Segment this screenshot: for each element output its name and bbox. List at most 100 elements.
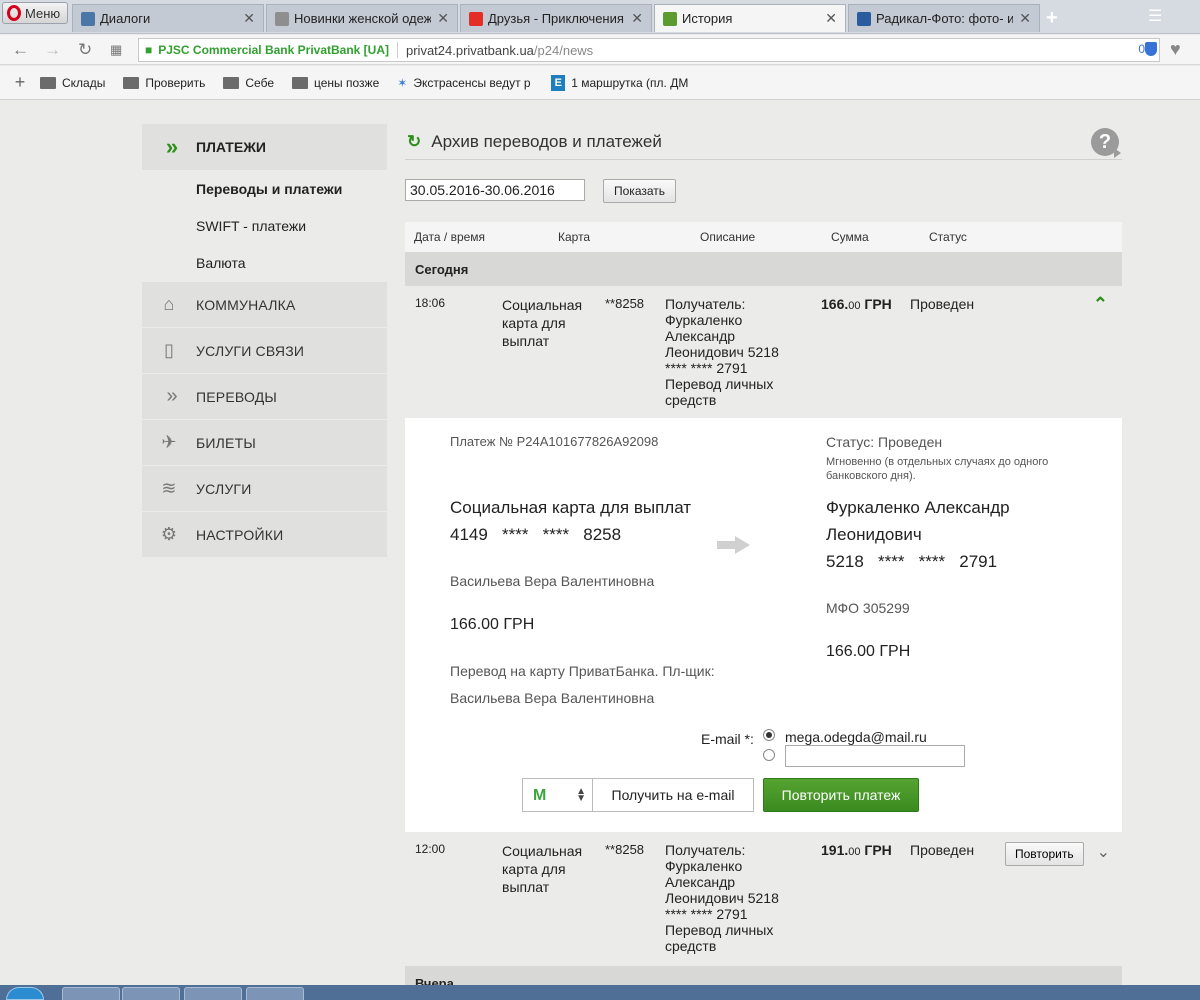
sidebar-subitem-transfers[interactable]: Переводы и платежи [142,170,387,207]
close-icon[interactable]: ✕ [1019,10,1031,27]
expand-chevron-icon[interactable]: ⌄ [1097,842,1110,862]
e-icon: E [551,74,566,91]
taskbar-app-explorer[interactable] [62,987,120,1000]
tx-card-name: Социальная карта для выплат [502,843,583,895]
tab-radikal[interactable]: Радикал-Фото: фото- и ви ✕ [848,4,1040,32]
double-chevron-icon: » [165,134,178,159]
recipient-mfo: МФО 305299 [826,600,910,616]
column-header: Карта [558,230,591,244]
tab-title: Диалоги [100,11,151,26]
main-content: ↻ Архив переводов и платежей ? Показать … [405,124,1122,1000]
column-header: Описание [700,230,756,244]
taskbar-app-viber[interactable] [184,987,242,1000]
browser-menu-button[interactable]: Меню [2,2,68,24]
tab-youtube[interactable]: Друзья - Приключения м ✕ [460,4,652,32]
house-icon: ⌂ [163,294,175,314]
bookmark-item[interactable]: Проверить [123,76,205,90]
sender-card-number: 4149 **** **** 8258 [450,525,622,544]
column-header: Дата / время [414,230,486,244]
help-icon[interactable]: ? [1091,128,1121,158]
speed-dial-icon[interactable]: ▦ [110,42,122,58]
sidebar-item-services[interactable]: ≋ УСЛУГИ [142,466,387,511]
taskbar-app-paint[interactable] [246,987,304,1000]
start-button[interactable] [6,987,44,1000]
table-row[interactable]: 12:00 Социальная карта для выплат **8258 П… [405,832,1122,966]
recipient-card-number: 5218 **** **** 2791 [826,552,998,571]
menu-label: Меню [25,5,61,21]
bookmark-item[interactable]: Себе [223,76,274,90]
close-icon[interactable]: ✕ [243,10,255,27]
heart-icon[interactable]: ♥ [1170,39,1181,60]
title-row: ↻ Архив переводов и платежей ? [405,124,1122,160]
gmail-icon: M [533,787,547,804]
sidebar-item-tickets[interactable]: ✈ БИЛЕТЫ [142,420,387,465]
tx-card-name: Социальная карта для выплат [502,297,583,349]
column-header: Статус [929,230,967,244]
mail-service-select[interactable]: M ▲ ▼ [522,778,593,812]
taskbar-app-opera[interactable] [122,987,180,1000]
tab-title: Радикал-Фото: фото- и ви [876,11,1013,26]
sidebar-item-utilities[interactable]: ⌂ КОММУНАЛКА [142,282,387,327]
sidebar-subitem-currency[interactable]: Валюта [142,244,387,281]
select-arrows-icon: ▲ ▼ [576,786,586,804]
url-divider [397,42,398,58]
repeat-payment-button[interactable]: Повторить платеж [763,778,919,812]
collapse-chevron-icon[interactable]: ⌃ [1093,294,1108,315]
bookmark-label: Проверить [145,75,206,90]
browser-tab-bar: Меню Диалоги ✕ Новинки женской одежд ✕ Д… [0,0,1200,34]
sidebar-item-label: КОММУНАЛКА [196,296,296,313]
shield-icon[interactable] [1145,42,1157,56]
email-radio-saved[interactable] [763,729,775,741]
reload-icon[interactable]: ↻ [78,40,92,60]
sidebar-item-label: УСЛУГИ [196,480,252,497]
sidebar-header-payments[interactable]: » ПЛАТЕЖИ [142,124,387,170]
tx-description: Получатель: Фуркаленко Александр Леонидович… [665,842,779,954]
page-title: Архив переводов и платежей [431,131,662,151]
folder-icon [123,76,140,89]
url-field[interactable]: ■ PJSC Commercial Bank PrivatBank [UA] p… [138,38,1160,62]
payment-number: Платеж № P24A101677826A92098 [450,434,659,449]
close-icon[interactable]: ✕ [631,10,643,27]
tx-amount: 191.00 ГРН [821,842,892,858]
bookmark-label: Себе [245,75,274,90]
new-tab-button[interactable]: + [1046,7,1058,30]
refresh-icon[interactable]: ↻ [407,132,421,152]
sidebar-item-transfers[interactable]: » ПЕРЕВОДЫ [142,374,387,419]
sidebar-subitem-swift[interactable]: SWIFT - платежи [142,207,387,244]
bookmark-label: цены позже [314,75,380,90]
show-button[interactable]: Показать [603,179,677,203]
bookmark-item[interactable]: цены позже [292,76,379,90]
bookmark-item[interactable]: E 1 маршрутка (пл. ДМ [551,74,691,91]
get-email-button[interactable]: Получить на e-mail [593,778,754,812]
date-range-input[interactable] [405,179,585,201]
sidebar: » ПЛАТЕЖИ Переводы и платежи SWIFT - пла… [142,124,387,557]
youtube-icon [469,11,483,26]
email-field[interactable] [785,745,965,767]
back-icon[interactable]: ← [12,40,29,60]
repeat-button[interactable]: Повторить [1005,842,1084,866]
privatbank-icon [663,11,677,26]
tx-card-number: **8258 [605,296,645,311]
tab-menu-icon[interactable]: ☰ [1148,6,1164,26]
close-icon[interactable]: ✕ [437,10,449,27]
tx-amount: 166.00 ГРН [821,296,892,312]
sidebar-item-settings[interactable]: ⚙ НАСТРОЙКИ [142,512,387,557]
tab-title: Новинки женской одежд [294,11,432,26]
email-radio-custom[interactable] [763,749,775,761]
tab-dialogs[interactable]: Диалоги ✕ [72,4,264,32]
payment-purpose: Перевод на карту ПриватБанка. Пл-щик: [450,663,715,679]
bookmark-item[interactable]: ✶ Экстрасенсы ведут р [397,76,533,90]
tab-history[interactable]: История ✕ [654,4,846,32]
table-row[interactable]: 18:06 Социальная карта для выплат **8258 П… [405,286,1122,418]
tab-clothes[interactable]: Новинки женской одежд ✕ [266,4,458,32]
add-bookmark-icon[interactable]: + [0,72,40,93]
tickets-icon: ✈ [161,432,177,452]
forward-icon[interactable]: → [44,40,61,60]
tx-card-number: **8258 [605,842,645,857]
column-header: Сумма [831,230,869,244]
close-icon[interactable]: ✕ [825,10,837,27]
radikal-icon [857,11,871,26]
bookmark-item[interactable]: Склады [40,76,105,90]
table-header: Дата / время Карта Описание Сумма Статус [405,222,1122,252]
sidebar-item-telecom[interactable]: ▯ УСЛУГИ СВЯЗИ [142,328,387,373]
